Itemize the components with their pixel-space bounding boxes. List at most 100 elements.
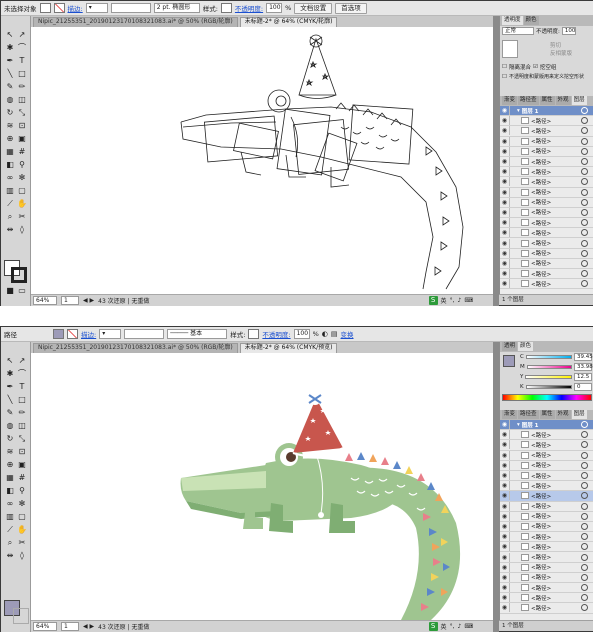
shape-builder-tool-icon[interactable]: ⊕ bbox=[4, 460, 16, 470]
stroke-link[interactable]: 描边: bbox=[81, 329, 96, 339]
layer-item-row[interactable]: ◉ <路径> bbox=[500, 593, 593, 604]
lock-toggle[interactable] bbox=[509, 562, 515, 572]
cmyk-slider-cyan[interactable]: C 39.45 bbox=[518, 352, 593, 362]
lock-toggle[interactable] bbox=[509, 460, 515, 470]
target-circle-icon[interactable] bbox=[581, 259, 588, 267]
target-circle-icon[interactable] bbox=[581, 584, 588, 592]
eye-icon[interactable]: ◉ bbox=[500, 532, 509, 541]
layer-item-row[interactable]: ◉ <路径> bbox=[500, 258, 593, 269]
layer-item-row[interactable]: ◉ <路径> bbox=[500, 146, 593, 157]
tab-appearance[interactable]: 外观 bbox=[555, 410, 571, 419]
opacity-field[interactable]: 100 bbox=[293, 329, 310, 339]
sogou-ime-icon[interactable]: S bbox=[428, 296, 438, 305]
slice-tool-icon[interactable]: ⟋ bbox=[4, 525, 16, 535]
target-circle-icon[interactable] bbox=[581, 431, 588, 439]
target-circle-icon[interactable] bbox=[581, 137, 588, 145]
tab-gradient[interactable]: 渐变 bbox=[502, 410, 518, 419]
blob-brush-tool-icon[interactable]: ◍ bbox=[4, 421, 16, 431]
eye-icon[interactable]: ◉ bbox=[500, 573, 509, 582]
variable-width-field[interactable] bbox=[124, 329, 165, 339]
magenta-value[interactable]: 33.98 bbox=[574, 363, 593, 371]
opacity-link[interactable]: 不透明度: bbox=[235, 3, 263, 13]
lock-toggle[interactable] bbox=[509, 552, 515, 562]
eye-icon[interactable]: ◉ bbox=[500, 420, 509, 429]
artboard-canvas[interactable] bbox=[31, 27, 493, 294]
expand-triangle-icon[interactable]: ▾ bbox=[517, 422, 520, 428]
layer-item-row[interactable]: ◉ <路径> bbox=[500, 562, 593, 573]
cmyk-slider-black[interactable]: K 0 bbox=[518, 382, 593, 392]
blend-mode-select[interactable]: 正常 bbox=[502, 27, 534, 35]
lock-toggle[interactable] bbox=[509, 450, 515, 460]
width-tool-icon[interactable]: ⇹ bbox=[4, 551, 16, 561]
layer-item-row[interactable]: ◉ <路径> bbox=[500, 187, 593, 198]
eye-icon[interactable]: ◉ bbox=[500, 116, 509, 125]
layer-item-row[interactable]: ◉ <路径> bbox=[500, 481, 593, 492]
layer-item-row[interactable]: ◉ <路径> bbox=[500, 501, 593, 512]
target-circle-icon[interactable] bbox=[581, 563, 588, 571]
tab-gradient[interactable]: 渐变 bbox=[502, 96, 518, 105]
color-mode-icon[interactable]: ■ bbox=[4, 286, 16, 296]
lock-toggle[interactable] bbox=[509, 491, 515, 501]
target-circle-icon[interactable] bbox=[581, 492, 588, 500]
target-circle-icon[interactable] bbox=[581, 208, 588, 216]
tab-document-1[interactable]: Nipic_21255351_20190123170108321083.ai* … bbox=[33, 17, 238, 27]
layer-item-row[interactable]: ◉ <路径> bbox=[500, 552, 593, 563]
shaper-tool-icon[interactable]: ◊ bbox=[16, 551, 28, 561]
layer-item-row[interactable]: ◉ <路径> bbox=[500, 238, 593, 249]
lock-toggle[interactable] bbox=[509, 218, 515, 228]
line-tool-icon[interactable]: ╲ bbox=[4, 395, 16, 405]
lock-toggle[interactable] bbox=[509, 593, 515, 603]
free-transform-tool-icon[interactable]: ⊡ bbox=[16, 121, 28, 131]
eye-icon[interactable]: ◉ bbox=[500, 259, 509, 268]
tab-pathfinder[interactable]: 路径查 bbox=[518, 96, 539, 105]
brush-definition-field[interactable]: ───── 基本 bbox=[167, 329, 228, 339]
eye-icon[interactable]: ◉ bbox=[500, 126, 509, 135]
pen-tool-icon[interactable]: ✒ bbox=[4, 56, 16, 66]
transform-link[interactable]: 变换 bbox=[341, 329, 354, 339]
eye-icon[interactable]: ◉ bbox=[500, 430, 509, 439]
target-circle-icon[interactable] bbox=[581, 168, 588, 176]
target-circle-icon[interactable] bbox=[581, 441, 588, 449]
layer-row[interactable]: ◉ ▾ 图层 1 bbox=[500, 420, 593, 431]
target-circle-icon[interactable] bbox=[581, 127, 588, 135]
target-circle-icon[interactable] bbox=[581, 553, 588, 561]
isolate-blending-checkbox[interactable]: ☐ bbox=[502, 64, 507, 70]
eye-icon[interactable]: ◉ bbox=[500, 188, 509, 197]
scale-tool-icon[interactable]: ⤡ bbox=[16, 434, 28, 444]
shape-builder-tool-icon[interactable]: ⊕ bbox=[4, 134, 16, 144]
rectangle-tool-icon[interactable]: □ bbox=[16, 395, 28, 405]
zoom-field[interactable]: 64% bbox=[33, 622, 57, 631]
target-circle-icon[interactable] bbox=[581, 451, 588, 459]
lock-toggle[interactable] bbox=[509, 521, 515, 531]
tab-attributes[interactable]: 属性 bbox=[539, 96, 555, 105]
target-circle-icon[interactable] bbox=[581, 502, 588, 510]
define-knockout-checkbox[interactable]: ☐ bbox=[502, 74, 507, 80]
opacity-link[interactable]: 不透明度: bbox=[262, 329, 290, 339]
target-circle-icon[interactable] bbox=[581, 604, 588, 612]
eye-icon[interactable]: ◉ bbox=[500, 471, 509, 480]
lock-toggle[interactable] bbox=[509, 430, 515, 440]
target-circle-icon[interactable] bbox=[581, 188, 588, 196]
eyedropper-tool-icon[interactable]: ⚲ bbox=[16, 486, 28, 496]
eye-icon[interactable]: ◉ bbox=[500, 279, 509, 288]
zoom-tool-icon[interactable]: ⌕ bbox=[4, 212, 16, 222]
target-circle-icon[interactable] bbox=[581, 421, 588, 429]
nav-arrows-icon[interactable]: ◀ ▶ bbox=[83, 297, 94, 304]
layer-item-row[interactable]: ◉ <路径> bbox=[500, 532, 593, 543]
target-circle-icon[interactable] bbox=[581, 533, 588, 541]
yellow-value[interactable]: 12.5 bbox=[574, 373, 592, 381]
target-circle-icon[interactable] bbox=[581, 543, 588, 551]
screen-mode-icon[interactable]: ▭ bbox=[16, 286, 28, 296]
line-tool-icon[interactable]: ╲ bbox=[4, 69, 16, 79]
tab-color[interactable]: 颜色 bbox=[518, 342, 534, 351]
active-fill-color-box[interactable] bbox=[503, 355, 515, 367]
live-paint-tool-icon[interactable]: ▣ bbox=[16, 460, 28, 470]
lock-toggle[interactable] bbox=[509, 420, 515, 430]
layer-item-row[interactable]: ◉ <路径> bbox=[500, 157, 593, 168]
cmyk-slider-yellow[interactable]: Y 12.5 bbox=[518, 372, 593, 382]
layer-item-row[interactable]: ◉ <路径> bbox=[500, 167, 593, 178]
layer-item-row[interactable]: ◉ <路径> bbox=[500, 248, 593, 259]
tab-document-2[interactable]: 未标题-2* @ 64% (CMYK/预览) bbox=[239, 343, 338, 353]
layer-item-row[interactable]: ◉ <路径> bbox=[500, 603, 593, 614]
layer-item-row[interactable]: ◉ <路径> bbox=[500, 450, 593, 461]
